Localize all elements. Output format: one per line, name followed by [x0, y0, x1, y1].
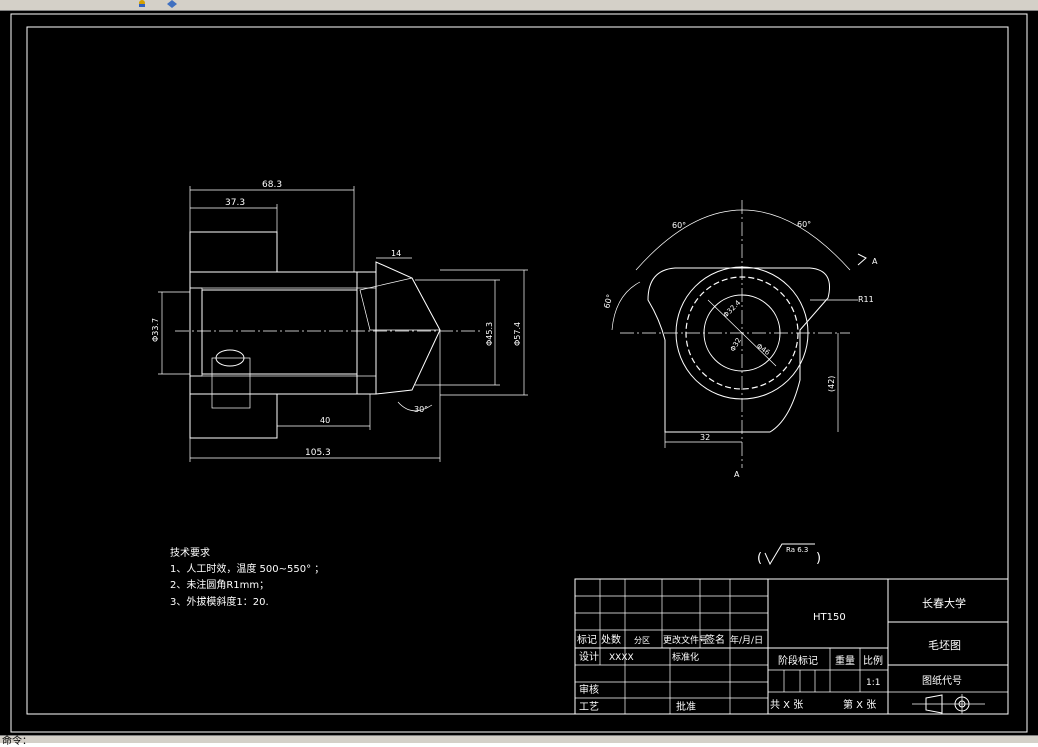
- tb-date: 年/月/日: [730, 634, 763, 646]
- section-mark-a-bottom: A: [734, 470, 740, 479]
- tb-standardize-label: 标准化: [672, 651, 699, 663]
- tb-count: 处数: [601, 633, 621, 646]
- tb-zone: 分区: [634, 636, 650, 645]
- dim-dia-45-3: Φ45.3: [485, 322, 494, 346]
- tb-scale-label: 比例: [863, 654, 883, 667]
- tb-drawing-name: 毛坯图: [928, 639, 961, 652]
- dim-37-3: 37.3: [225, 198, 245, 208]
- roughness-symbol-icon: ( Ra 6.3 ): [757, 543, 821, 566]
- technical-requirements: 技术要求 1、人工时效，温度 500~550° ； 2、未注圆角R1mm； 3、…: [170, 546, 324, 608]
- tb-total-sheets: 共 X 张: [770, 699, 803, 711]
- tb-university: 长春大学: [922, 596, 966, 610]
- title-block: 标记 处数 分区 更改文件号 签名 年/月/日 设计 XXXX 标准化 审核 工…: [574, 578, 1009, 715]
- dim-angle-60-left: 60°: [672, 221, 686, 230]
- tb-mark: 标记: [577, 634, 597, 646]
- dim-dia-46: Φ46: [755, 342, 772, 357]
- dim-68-3: 68.3: [262, 180, 282, 190]
- inner-border: [26, 26, 1009, 715]
- application-toolbar: [0, 0, 1038, 11]
- dim-105-3: 105.3: [305, 448, 331, 458]
- dim-dia-32-4: Φ32.4: [722, 298, 743, 319]
- dim-dia-32: Φ32: [729, 337, 743, 353]
- dim-40: 40: [320, 416, 330, 425]
- tech-req-title: 技术要求: [170, 546, 210, 559]
- tb-weight: 重量: [835, 654, 855, 667]
- tb-review-label: 审核: [579, 683, 599, 696]
- section-mark-a-top: A: [872, 257, 878, 266]
- tech-req-item-2: 2、未注圆角R1mm；: [170, 578, 269, 591]
- outer-border: [10, 13, 1028, 733]
- tb-material: HT150: [813, 612, 846, 623]
- dim-42: (42): [827, 376, 836, 392]
- arrow-icon[interactable]: [165, 0, 179, 8]
- projection-symbol-icon: [912, 694, 985, 714]
- status-text: 命令：: [2, 736, 32, 747]
- svg-text:(: (: [757, 551, 762, 566]
- tb-scale-value: 1:1: [866, 678, 880, 688]
- tech-req-item-1: 1、人工时效，温度 500~550° ；: [170, 562, 324, 575]
- tb-drawing-code: 图纸代号: [922, 674, 962, 687]
- dim-dia-57-4: Φ57.4: [513, 322, 522, 346]
- dim-32: 32: [700, 433, 710, 442]
- drawing-canvas[interactable]: 68.3 37.3 14 Φ33.7 Φ45.3 Φ57.4 40 105.3: [0, 11, 1038, 735]
- tb-design-label: 设计: [579, 650, 599, 663]
- roughness-value: Ra 6.3: [786, 546, 808, 554]
- dim-dia-33-7: Φ33.7: [151, 318, 160, 342]
- tech-req-item-3: 3、外拔模斜度1：20.: [170, 595, 269, 608]
- side-view: 60° 60° 60° A A R11 Φ32.4 Φ32 Φ46 (42) 3…: [602, 200, 878, 479]
- dim-angle-60-side: 60°: [602, 293, 614, 309]
- tb-design-value: XXXX: [609, 653, 634, 663]
- tb-stage-mark: 阶段标记: [778, 654, 818, 667]
- front-view: 68.3 37.3 14 Φ33.7 Φ45.3 Φ57.4 40 105.3: [151, 180, 528, 462]
- dim-14: 14: [391, 249, 401, 258]
- toolbar-icon[interactable]: [135, 0, 149, 8]
- tb-approve-label: 批准: [676, 700, 696, 713]
- svg-text:): ): [816, 551, 821, 566]
- tb-process-label: 工艺: [579, 701, 599, 713]
- dim-r11: R11: [858, 295, 874, 304]
- dim-angle-30: 30°: [414, 405, 428, 414]
- tb-sign: 签名: [705, 633, 725, 646]
- tb-change-doc: 更改文件号: [663, 634, 708, 646]
- dim-angle-60-right: 60°: [797, 220, 811, 229]
- tb-sheet-no: 第 X 张: [843, 698, 876, 711]
